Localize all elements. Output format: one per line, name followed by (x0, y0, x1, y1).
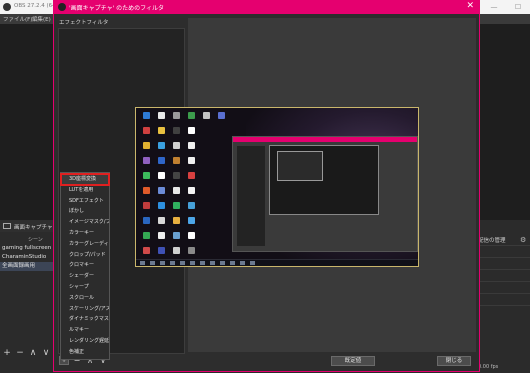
menu-item-3d-transform[interactable]: 3D座標変換 (60, 173, 110, 186)
scene-item[interactable]: CharaminStudio (0, 253, 58, 262)
defaults-button[interactable]: 既定値 (331, 356, 375, 366)
move-scene-up-button[interactable]: ∧ (28, 348, 38, 358)
scene-toolbar: + − ∧ ∨ (2, 348, 51, 358)
menu-item-apply-lut[interactable]: LUTを適用 (61, 185, 109, 196)
menu-item-scaling-aspect[interactable]: スケーリング/アスペクト比 (61, 304, 109, 315)
dock-row (474, 294, 530, 306)
source-dock-title: 画面キャプチャ (14, 225, 53, 231)
dialog-title: '画面キャプチャ' のためのフィルタ (69, 5, 165, 12)
obs-logo-icon (58, 3, 66, 11)
desktop-icon-grid (140, 111, 227, 258)
close-button[interactable]: 閉じる (437, 356, 471, 366)
menu-item-chroma-key[interactable]: クロマキー (61, 260, 109, 271)
dock-row (474, 270, 530, 282)
scene-item-selected[interactable]: 全画面録画用 (0, 262, 58, 271)
close-icon[interactable]: ✕ (466, 1, 474, 12)
menu-item-blur[interactable]: ぼかし (61, 206, 109, 217)
menu-item-image-mask-blend[interactable]: イメージマスク/ブレンド (61, 217, 109, 228)
dialog-titlebar: '画面キャプチャ' のためのフィルタ ✕ (54, 0, 479, 14)
menu-item-shader[interactable]: シェーダー (61, 271, 109, 282)
minimize-icon[interactable]: — (482, 0, 506, 14)
obs-source-dock-header: 画面キャプチャ (0, 220, 60, 232)
dock-row (474, 246, 530, 258)
stream-control-dock: 配信の管理 (474, 236, 530, 360)
add-filter-menu: 3D座標変換 LUTを適用 SDFエフェクト ぼかし イメージマスク/ブレンド … (60, 172, 110, 360)
scene-item[interactable]: gaming fullscreen (0, 244, 58, 253)
nested-obs-window (232, 136, 418, 252)
menu-item-scroll[interactable]: スクロール (61, 293, 109, 304)
obs-window-title: OBS 27.2.4 (64 (14, 3, 56, 9)
dock-row (474, 282, 530, 294)
menu-item-color-correction[interactable]: 色補正 (61, 347, 109, 358)
scenes-header: シーン (0, 236, 60, 244)
obs-window-controls: — ☐ (482, 0, 530, 14)
scenes-header-label: シーン (28, 237, 43, 243)
gear-icon[interactable]: ⚙ (520, 236, 528, 244)
monitor-icon (3, 223, 11, 229)
menu-item-sharpen[interactable]: シャープ (61, 282, 109, 293)
menu-item-render-delay[interactable]: レンダリング遅延 (61, 336, 109, 347)
menu-item-luma-key[interactable]: ルマキー (61, 325, 109, 336)
maximize-icon[interactable]: ☐ (506, 0, 530, 14)
dock-row (474, 258, 530, 270)
obs-logo-icon (3, 3, 11, 11)
menu-item-dynamic-mask[interactable]: ダイナミックマスク (61, 314, 109, 325)
add-scene-button[interactable]: + (2, 348, 12, 358)
desktop-taskbar (136, 259, 418, 266)
source-preview (135, 107, 419, 267)
menu-item-sdf-effects[interactable]: SDFエフェクト (61, 196, 109, 207)
fps-readout: 0.00 fps (478, 364, 499, 370)
remove-scene-button[interactable]: − (15, 348, 25, 358)
effects-filters-label: エフェクトフィルタ (59, 20, 109, 26)
menu-file[interactable]: ファイル(F) (3, 15, 32, 23)
menu-item-color-key[interactable]: カラーキー (61, 228, 109, 239)
menu-item-color-grading[interactable]: カラーグレーディング (61, 239, 109, 250)
move-scene-down-button[interactable]: ∨ (41, 348, 51, 358)
menu-item-crop-pad[interactable]: クロップ/パッド (61, 250, 109, 261)
menu-edit[interactable]: 編集(E) (32, 15, 51, 23)
scene-list: gaming fullscreen CharaminStudio 全画面録画用 (0, 244, 58, 271)
